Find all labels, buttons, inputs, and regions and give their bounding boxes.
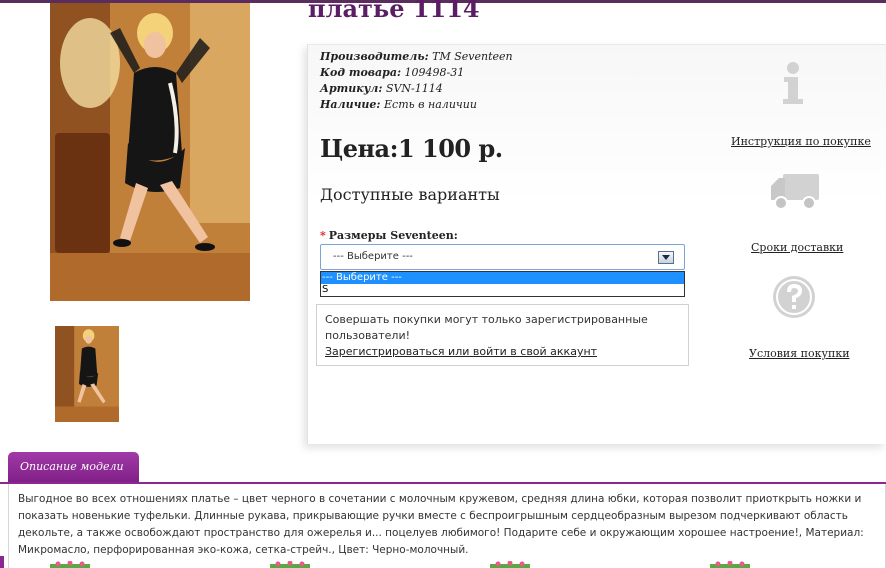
login-notice-text: Совершать покупки могут только зарегистр… (325, 313, 648, 342)
left-accent (0, 556, 4, 568)
spec-label: Производитель: (320, 50, 429, 63)
delivery-terms-link[interactable]: Сроки доставки (751, 241, 843, 254)
size-select-value: --- Выберите --- (333, 251, 413, 262)
thumbnail-illustration (55, 326, 119, 422)
size-dropdown-list: --- Выберите --- S (320, 271, 685, 297)
product-title: платье 1114 (308, 0, 480, 23)
spec-value: Есть в наличии (384, 98, 477, 111)
dropdown-arrow-icon[interactable] (658, 251, 674, 264)
purchase-conditions-link[interactable]: Условия покупки (749, 347, 850, 360)
size-option-placeholder[interactable]: --- Выберите --- (321, 272, 684, 284)
product-main-photo[interactable] (50, 3, 250, 301)
size-label-text: Размеры Seventeen: (328, 229, 458, 242)
question-icon (773, 276, 815, 318)
spec-label: Артикул: (320, 82, 383, 95)
required-mark: * (320, 229, 326, 242)
spec-manufacturer: Производитель: TM Seventeen (320, 50, 513, 63)
spec-value: TM Seventeen (432, 50, 513, 63)
login-register-link[interactable]: Зарегистрироваться или войти в свой акка… (325, 344, 597, 360)
spec-product-code: Код товара: 109498-31 (320, 66, 464, 79)
truck-icon (771, 174, 819, 210)
spec-availability: Наличие: Есть в наличии (320, 98, 477, 111)
description-text: Выгодное во всех отношениях платье – цве… (8, 484, 886, 568)
product-photo-illustration (50, 3, 250, 301)
flower-border-decoration (50, 561, 750, 568)
product-price: Цена:1 100 р. (320, 134, 503, 163)
size-option-s[interactable]: S (321, 284, 684, 296)
purchase-instructions-link[interactable]: Инструкция по покупке (731, 135, 871, 148)
spec-article: Артикул: SVN-1114 (320, 82, 443, 95)
spec-value: SVN-1114 (385, 82, 443, 95)
product-thumbnail[interactable] (55, 326, 119, 422)
size-label: * Размеры Seventeen: (320, 229, 458, 242)
options-title: Доступные варианты (320, 185, 500, 204)
tab-description[interactable]: Описание модели (8, 452, 139, 484)
spec-label: Наличие: (320, 98, 381, 111)
spec-value: 109498-31 (404, 66, 465, 79)
size-select[interactable]: --- Выберите --- (320, 244, 685, 270)
login-notice: Совершать покупки могут только зарегистр… (316, 304, 689, 366)
info-icon (783, 62, 803, 104)
spec-label: Код товара: (320, 66, 402, 79)
